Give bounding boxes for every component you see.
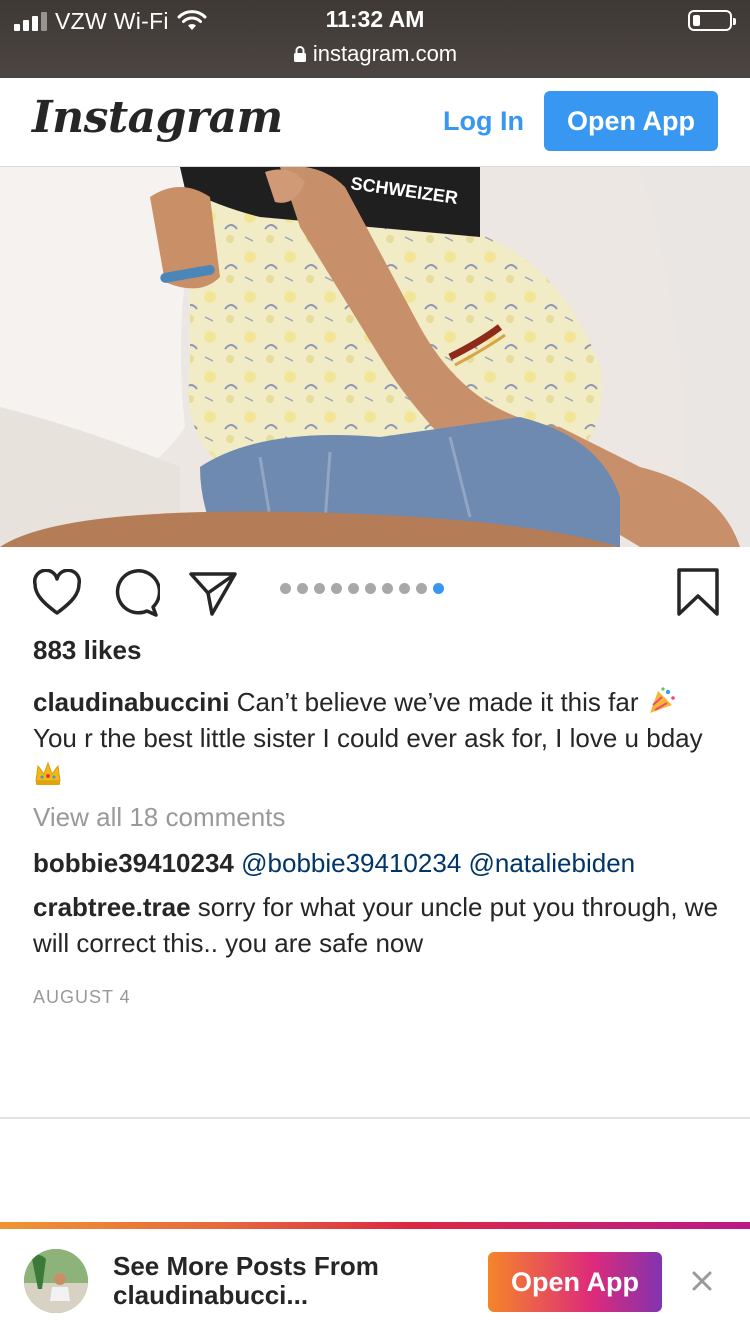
carousel-dot	[382, 583, 393, 594]
instagram-logo[interactable]: Instagram	[32, 92, 283, 143]
carousel-dot	[314, 583, 325, 594]
share-icon[interactable]	[188, 569, 238, 617]
comment-item: crabtree.trae sorry for what your uncle …	[33, 889, 723, 961]
post-date[interactable]: AUGUST 4	[33, 987, 131, 1008]
carousel-dot	[399, 583, 410, 594]
view-all-comments-link[interactable]: View all 18 comments	[33, 802, 285, 833]
url-text: instagram.com	[312, 41, 458, 66]
likes-count[interactable]: 883 likes	[33, 635, 141, 666]
status-bar: VZW Wi-Fi 11:32 AM instagram.com	[0, 0, 750, 78]
open-app-button[interactable]: Open App	[544, 91, 718, 151]
party-popper-icon	[649, 687, 675, 713]
comment-username[interactable]: bobbie39410234	[33, 848, 234, 878]
carousel-dot-active	[433, 583, 444, 594]
app-header: Instagram Log In Open App	[0, 78, 750, 167]
open-app-banner: See More Posts From claudinabucci... Ope…	[0, 1222, 750, 1334]
caption-text-1: Can’t believe we’ve made it this far	[236, 687, 639, 717]
crown-icon	[35, 761, 61, 785]
carousel-dot	[348, 583, 359, 594]
caption-username[interactable]: claudinabuccini	[33, 687, 230, 717]
banner-text-line1: See More Posts From	[113, 1251, 379, 1281]
lock-icon	[293, 46, 306, 62]
bookmark-icon[interactable]	[675, 567, 721, 617]
battery-icon	[688, 10, 736, 31]
comment-item: bobbie39410234 @bobbie39410234 @natalieb…	[33, 845, 723, 881]
clock: 11:32 AM	[325, 6, 425, 32]
carousel-dot	[280, 583, 291, 594]
carousel-dot	[331, 583, 342, 594]
login-link[interactable]: Log In	[443, 106, 524, 137]
banner-gradient-stripe	[0, 1222, 750, 1229]
post-photo[interactable]: SCHWEIZER	[0, 167, 750, 547]
close-icon[interactable]	[688, 1267, 716, 1295]
comment-mentions[interactable]: @bobbie39410234 @nataliebiden	[241, 848, 635, 878]
avatar[interactable]	[24, 1249, 88, 1313]
caption-text-2: You r the best little sister I could eve…	[33, 723, 703, 753]
url-bar[interactable]: instagram.com	[0, 41, 750, 67]
banner-text-line2: claudinabucci...	[113, 1280, 309, 1310]
carousel-dot	[416, 583, 427, 594]
carousel-dot	[297, 583, 308, 594]
heart-icon[interactable]	[32, 569, 82, 617]
divider	[0, 1117, 750, 1119]
carousel-dot	[365, 583, 376, 594]
banner-open-app-button[interactable]: Open App	[488, 1252, 662, 1312]
banner-text: See More Posts From claudinabucci...	[113, 1252, 443, 1310]
carousel-indicator	[280, 583, 444, 594]
comment-username[interactable]: crabtree.trae	[33, 892, 191, 922]
comment-icon[interactable]	[110, 569, 160, 617]
post-actions	[0, 547, 750, 633]
post-caption: claudinabuccini Can’t believe we’ve made…	[33, 684, 723, 792]
